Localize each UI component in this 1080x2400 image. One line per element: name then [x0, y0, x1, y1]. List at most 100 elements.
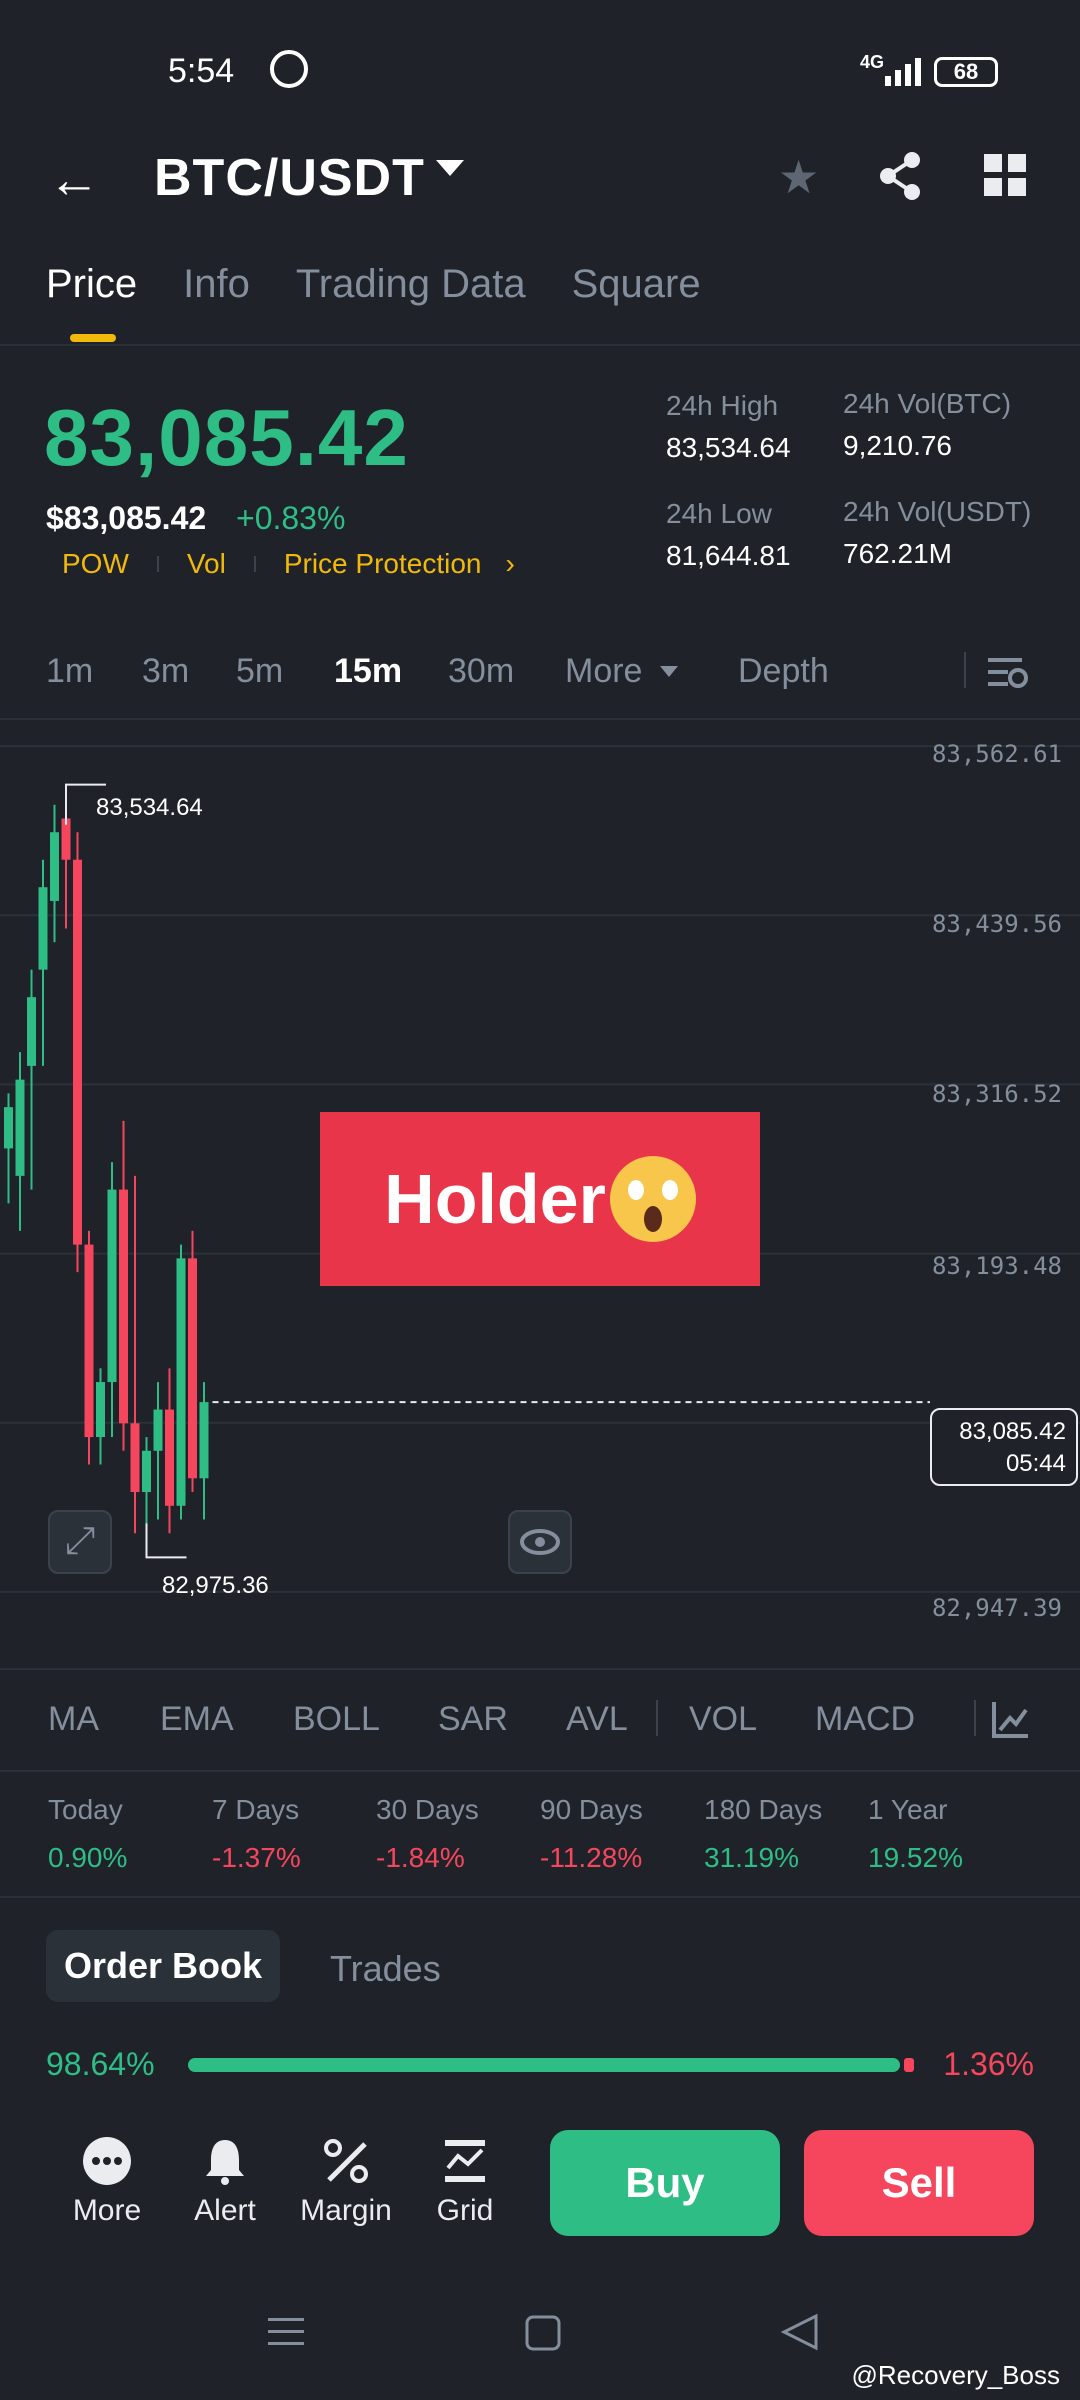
- back-nav-icon[interactable]: [780, 2312, 820, 2352]
- candle-body: [61, 818, 71, 860]
- tag-price-protection[interactable]: Price Protection: [284, 548, 482, 580]
- margin-button[interactable]: Margin: [296, 2136, 396, 2228]
- network-type: 4G: [860, 52, 885, 72]
- perf-label: 7 Days: [212, 1794, 300, 1825]
- indicator-ma[interactable]: MA: [48, 1700, 99, 1739]
- home-icon[interactable]: [524, 2314, 562, 2352]
- indicator-avl[interactable]: AVL: [566, 1700, 628, 1739]
- low-value: 81,644.81: [666, 540, 791, 571]
- back-arrow-icon[interactable]: ←: [48, 150, 100, 210]
- indicator-sar[interactable]: SAR: [438, 1700, 508, 1739]
- candle-body: [4, 1107, 13, 1149]
- buy-button[interactable]: Buy: [550, 2130, 780, 2236]
- chart-settings-icon[interactable]: [988, 652, 1028, 692]
- holder-overlay-banner: Holder: [320, 1112, 760, 1286]
- margin-label: Margin: [300, 2194, 392, 2227]
- alert-button[interactable]: Alert: [180, 2136, 270, 2228]
- grid-layout-icon[interactable]: [984, 154, 1026, 196]
- depth-tab[interactable]: Depth: [738, 652, 829, 691]
- timeframe-5m[interactable]: 5m: [236, 652, 283, 691]
- candle-body: [38, 887, 48, 970]
- margin-percent-icon: [324, 2139, 368, 2183]
- candle-body: [165, 1409, 174, 1506]
- current-price-tag[interactable]: 83,085.42 05:44: [930, 1408, 1078, 1486]
- timeframe-30m[interactable]: 30m: [448, 652, 514, 691]
- low-marker-line: [145, 1523, 187, 1559]
- candle-body: [50, 832, 59, 901]
- candle-body: [119, 1189, 128, 1424]
- chevron-down-icon[interactable]: [436, 160, 464, 176]
- caret-down-icon[interactable]: [660, 666, 678, 677]
- timeframe-1m[interactable]: 1m: [46, 652, 93, 691]
- current-price-value: 83,085.42: [959, 1418, 1066, 1445]
- y-tick: 83,562.61: [931, 740, 1062, 768]
- indicator-boll[interactable]: BOLL: [293, 1700, 380, 1739]
- candle-body: [130, 1423, 140, 1493]
- perf-label: Today: [48, 1794, 123, 1825]
- status-bar: 5:54 4G 68: [0, 0, 1080, 140]
- low-label: 24h Low: [666, 498, 772, 529]
- indicator-vol[interactable]: VOL: [689, 1700, 757, 1739]
- candle-body: [15, 1079, 25, 1176]
- more-button[interactable]: More: [62, 2136, 152, 2228]
- timeframe-15m[interactable]: 15m: [334, 652, 402, 691]
- high-marker-label: 83,534.64: [96, 794, 203, 821]
- menu-icon[interactable]: [266, 2312, 306, 2352]
- eye-icon[interactable]: [508, 1510, 572, 1574]
- screaming-face-icon: [609, 1156, 696, 1242]
- vol-btc-label: 24h Vol(BTC): [843, 388, 1012, 419]
- sell-button[interactable]: Sell: [804, 2130, 1034, 2236]
- low-marker-label: 82,975.36: [162, 1572, 269, 1599]
- share-icon[interactable]: [876, 150, 924, 202]
- chevron-right-icon[interactable]: ›: [505, 548, 514, 580]
- tag-vol[interactable]: Vol: [187, 548, 226, 580]
- last-price: 83,085.42: [44, 393, 409, 482]
- watermark: @Recovery_Boss: [851, 2360, 1060, 2390]
- indicator-settings-icon[interactable]: [990, 1700, 1030, 1740]
- tab-trades[interactable]: Trades: [330, 1948, 441, 1990]
- bell-icon: [206, 2140, 244, 2185]
- candle-body: [176, 1258, 186, 1506]
- perf-label: 30 Days: [376, 1794, 479, 1825]
- perf-value: 19.52%: [868, 1842, 963, 1873]
- timeframe-more[interactable]: More: [565, 652, 642, 691]
- candle-body: [84, 1244, 94, 1438]
- perf-value: -11.28%: [540, 1842, 643, 1873]
- more-label: More: [72, 2194, 142, 2227]
- perf-value: -1.37%: [212, 1842, 301, 1873]
- grid-button[interactable]: Grid: [420, 2136, 510, 2228]
- perf-value: 0.90%: [48, 1842, 128, 1873]
- timeframe-3m[interactable]: 3m: [142, 652, 189, 691]
- status-time: 5:54: [168, 52, 235, 90]
- price-change: +0.83%: [236, 500, 346, 536]
- perf-label: 180 Days: [704, 1794, 823, 1825]
- tab-info[interactable]: Info: [183, 262, 250, 307]
- perf-value: 31.19%: [704, 1842, 799, 1873]
- grid-label: Grid: [436, 2194, 494, 2227]
- signal-icon: [885, 58, 923, 86]
- tab-trading-data[interactable]: Trading Data: [296, 262, 526, 307]
- vol-usdt-label: 24h Vol(USDT): [843, 496, 1032, 527]
- tag-pow[interactable]: POW: [62, 548, 129, 580]
- divider: [0, 344, 1080, 346]
- sell-ratio-bar: [904, 2058, 914, 2072]
- indicator-ema[interactable]: EMA: [160, 1700, 234, 1739]
- high-label: 24h High: [666, 390, 779, 421]
- tab-price[interactable]: Price: [46, 262, 137, 307]
- candle-body: [73, 859, 82, 1245]
- usd-price: $83,085.42: [46, 500, 207, 536]
- tab-order-book[interactable]: Order Book: [46, 1930, 280, 2002]
- candle-body: [107, 1189, 117, 1383]
- pair-selector[interactable]: BTC/USDT: [154, 148, 425, 208]
- star-icon[interactable]: ★: [778, 150, 819, 204]
- candle-body: [96, 1382, 105, 1438]
- indicator-macd[interactable]: MACD: [815, 1700, 915, 1739]
- fullscreen-icon[interactable]: ⤢: [48, 1510, 112, 1574]
- buy-ratio-bar: [188, 2058, 900, 2072]
- candle-body: [27, 997, 36, 1066]
- tab-square[interactable]: Square: [572, 262, 701, 307]
- candle-body: [188, 1258, 197, 1479]
- vol-usdt-value: 762.21M: [843, 538, 952, 569]
- y-tick: 83,316.52: [931, 1080, 1062, 1108]
- active-tab-indicator: [70, 334, 116, 342]
